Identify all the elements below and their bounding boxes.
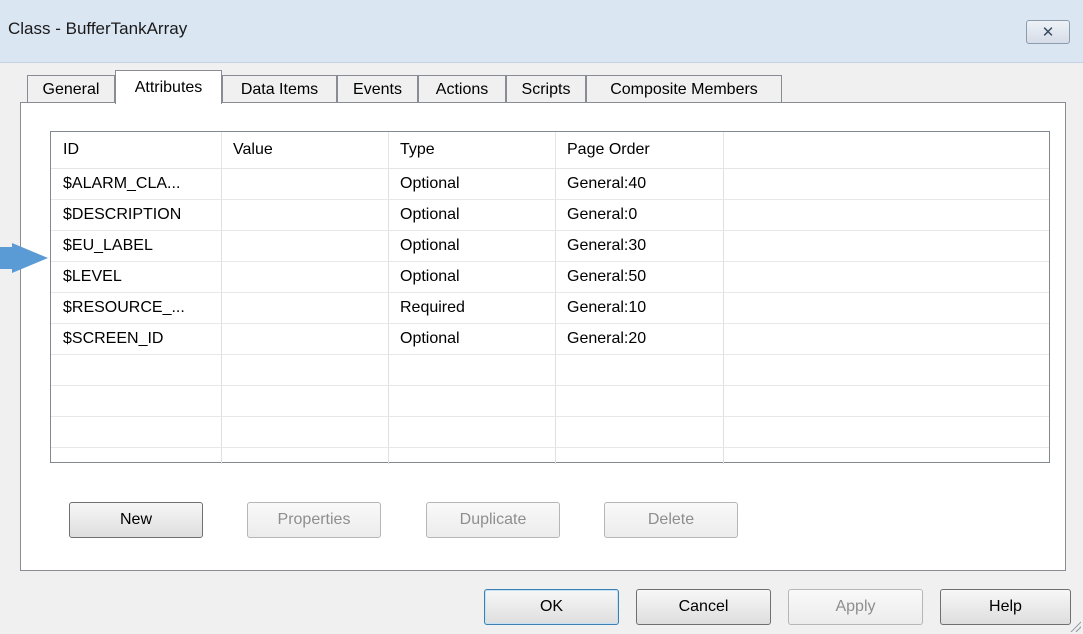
row-pointer-tail — [0, 247, 12, 269]
cell-value — [221, 324, 388, 354]
close-icon: ✕ — [1041, 24, 1055, 41]
tab-label: Attributes — [134, 78, 203, 96]
tab-composite-members[interactable]: Composite Members — [586, 75, 782, 103]
tab-data-items[interactable]: Data Items — [222, 75, 337, 103]
apply-button[interactable]: Apply — [788, 589, 923, 625]
column-header-id[interactable]: ID — [51, 132, 221, 168]
cell-page-order: General:20 — [567, 330, 647, 347]
table-row[interactable]: $SCREEN_ID Optional General:20 — [51, 324, 1049, 355]
tab-label: Scripts — [521, 80, 571, 98]
cell-type: Optional — [400, 206, 460, 223]
attributes-panel: ID Value Type Page Order $ALARM_CLA... O… — [20, 102, 1066, 571]
cell-id: $EU_LABEL — [63, 237, 153, 254]
cell-value — [221, 262, 388, 292]
cell-id: $RESOURCE_... — [63, 299, 185, 316]
table-row[interactable]: $EU_LABEL Optional General:30 — [51, 231, 1049, 262]
empty-table-row[interactable] — [51, 386, 1049, 417]
cell-type: Optional — [400, 175, 460, 192]
empty-table-row[interactable] — [51, 417, 1049, 448]
cell-type: Required — [400, 299, 465, 316]
cell-page-order: General:50 — [567, 268, 647, 285]
tab-label: General — [42, 80, 100, 98]
tab-label: Composite Members — [610, 80, 758, 98]
table-row[interactable]: $DESCRIPTION Optional General:0 — [51, 200, 1049, 231]
tab-general[interactable]: General — [27, 75, 115, 103]
close-button[interactable]: ✕ — [1026, 20, 1070, 44]
tab-attributes[interactable]: Attributes — [115, 70, 222, 104]
cell-id: $SCREEN_ID — [63, 330, 164, 347]
cell-value — [221, 231, 388, 261]
column-header-type[interactable]: Type — [388, 132, 555, 168]
cell-id: $DESCRIPTION — [63, 206, 182, 223]
cell-value — [221, 169, 388, 199]
tab-events[interactable]: Events — [337, 75, 418, 103]
table-row[interactable]: $RESOURCE_... Required General:10 — [51, 293, 1049, 324]
attributes-table[interactable]: ID Value Type Page Order $ALARM_CLA... O… — [50, 131, 1050, 464]
cell-type: Optional — [400, 330, 460, 347]
cell-type: Optional — [400, 237, 460, 254]
cell-id: $ALARM_CLA... — [63, 175, 181, 192]
cell-value — [221, 293, 388, 323]
table-row[interactable]: $LEVEL Optional General:50 — [51, 262, 1049, 293]
resize-grip-icon[interactable] — [1069, 620, 1081, 632]
cancel-button[interactable]: Cancel — [636, 589, 771, 625]
cell-type: Optional — [400, 268, 460, 285]
empty-table-row[interactable] — [51, 355, 1049, 386]
header-divider — [723, 132, 724, 168]
cell-value — [221, 200, 388, 230]
tab-actions[interactable]: Actions — [418, 75, 506, 103]
tab-label: Data Items — [240, 80, 319, 98]
duplicate-button[interactable]: Duplicate — [426, 502, 560, 538]
cell-page-order: General:10 — [567, 299, 647, 316]
delete-button[interactable]: Delete — [604, 502, 738, 538]
ok-button[interactable]: OK — [484, 589, 619, 625]
table-row[interactable]: $ALARM_CLA... Optional General:40 — [51, 169, 1049, 200]
tab-scripts[interactable]: Scripts — [506, 75, 586, 103]
cell-page-order: General:0 — [567, 206, 638, 223]
tab-label: Actions — [435, 80, 489, 98]
window-title: Class - BufferTankArray — [8, 19, 188, 38]
row-divider — [51, 447, 1049, 448]
column-header-page-order[interactable]: Page Order — [555, 132, 723, 168]
column-header-value[interactable]: Value — [221, 132, 388, 168]
help-button[interactable]: Help — [940, 589, 1071, 625]
tab-label: Events — [353, 80, 402, 98]
cell-id: $LEVEL — [63, 268, 122, 285]
cell-page-order: General:40 — [567, 175, 647, 192]
cell-page-order: General:30 — [567, 237, 647, 254]
properties-button[interactable]: Properties — [247, 502, 381, 538]
new-button[interactable]: New — [69, 502, 203, 538]
title-bar: Class - BufferTankArray ✕ — [0, 0, 1083, 63]
row-pointer-arrow-icon — [12, 243, 48, 273]
